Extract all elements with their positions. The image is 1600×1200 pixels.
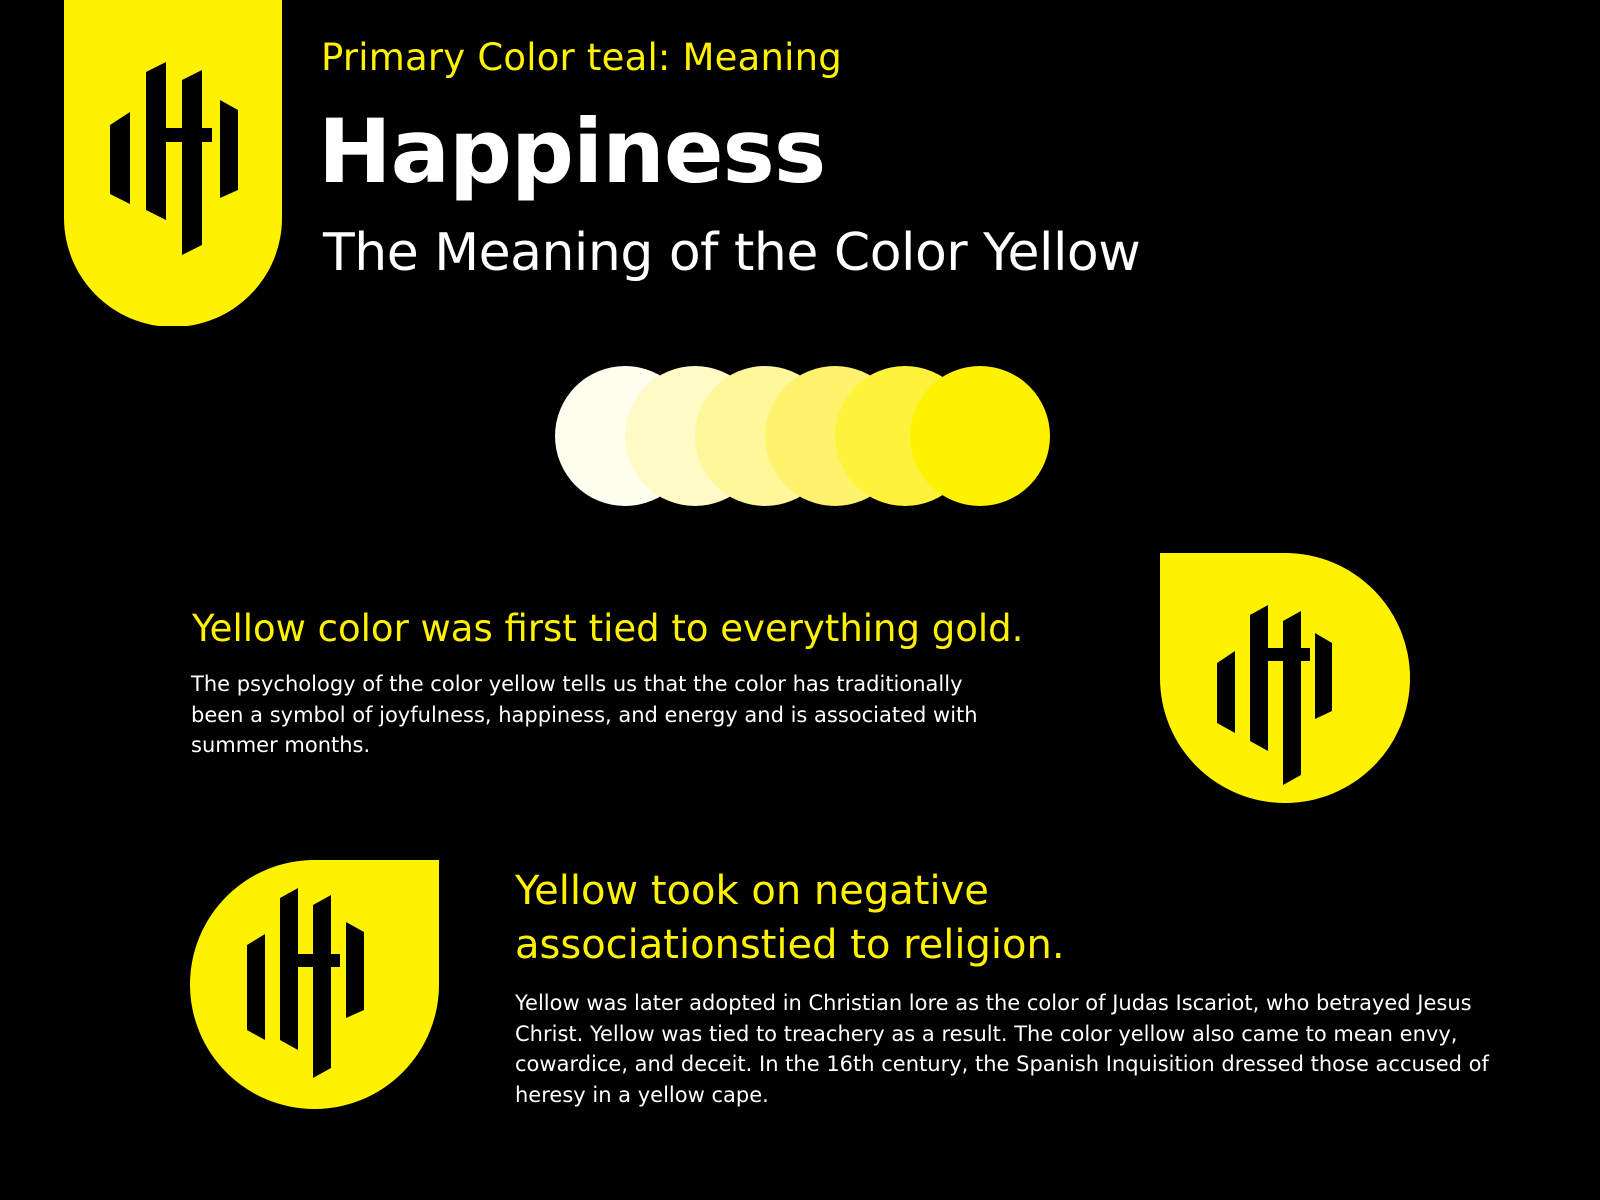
section-heading: Yellow color was first tied to everythin…: [192, 607, 1024, 650]
section-body: The psychology of the color yellow tells…: [191, 672, 978, 757]
color-swatch: [910, 366, 1050, 506]
brand-logo-icon: [190, 860, 439, 1109]
brand-logo-icon: [1160, 553, 1410, 803]
section-body: Yellow was later adopted in Christian lo…: [515, 991, 1489, 1107]
page-title: Happiness: [318, 100, 826, 203]
page-eyebrow: Primary Color teal: Meaning: [321, 36, 842, 79]
color-swatch-group: [555, 366, 1050, 506]
section-heading: Yellow took on negative associationstied…: [515, 868, 1065, 968]
brand-logo-icon: [64, 0, 282, 326]
page-subtitle: The Meaning of the Color Yellow: [323, 223, 1141, 283]
